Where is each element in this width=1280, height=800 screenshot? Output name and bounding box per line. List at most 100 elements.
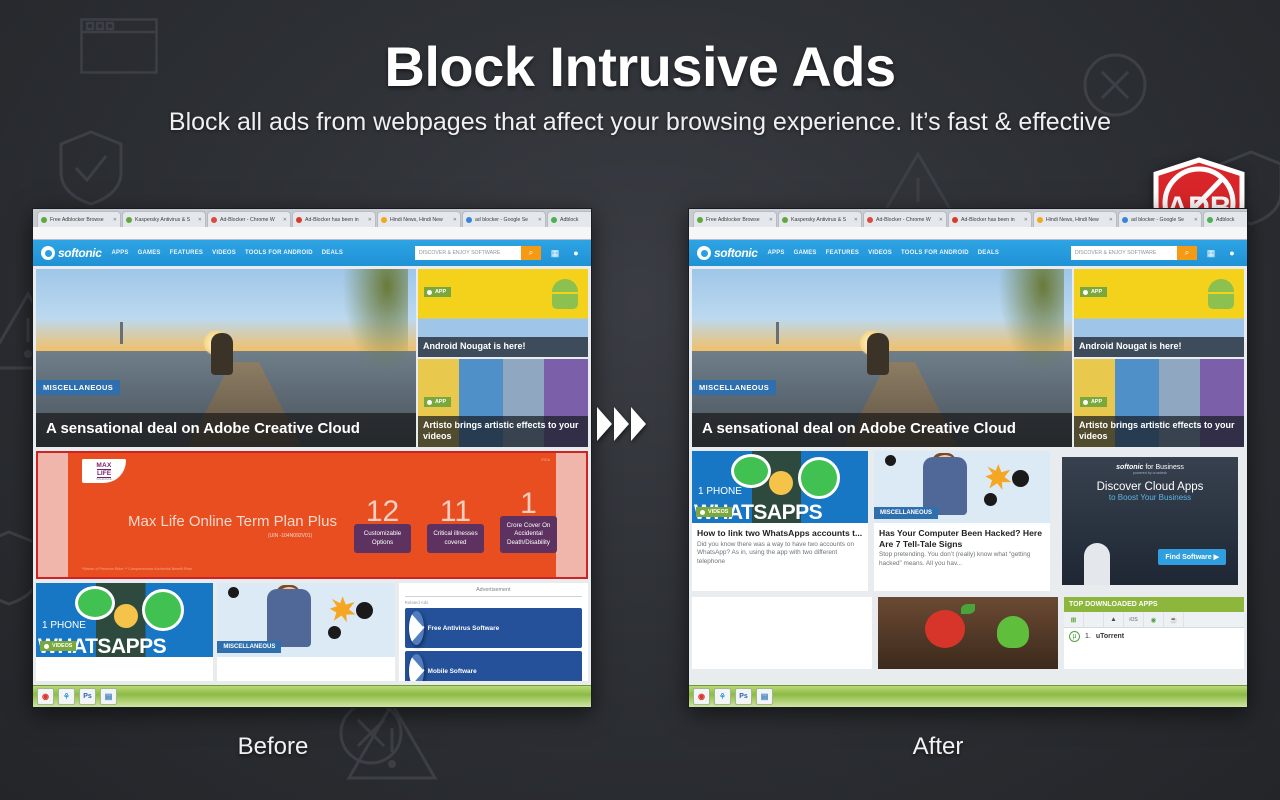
search-area[interactable]: DISCOVER & ENJOY SOFTWARE ⌕ ▦ ● — [415, 246, 583, 260]
tab-close-icon[interactable]: ✕ — [198, 217, 202, 223]
browser-tab[interactable]: Kaspersky Antivirus & S ✕ — [122, 211, 206, 227]
nav-item-features[interactable]: FEATURES — [170, 250, 204, 256]
browser-tab[interactable]: Hindi News, Hindi New ✕ — [1033, 211, 1117, 227]
tab-java[interactable]: ☕ — [1164, 612, 1184, 627]
tab-close-icon[interactable]: ✕ — [1194, 217, 1198, 223]
tab-close-icon[interactable]: ✕ — [538, 217, 542, 223]
tab-close-icon[interactable]: ✕ — [453, 217, 457, 223]
browser-tab[interactable]: Adblock — [547, 211, 591, 227]
tab-close-icon[interactable]: ✕ — [368, 217, 372, 223]
tab-close-icon[interactable]: ✕ — [854, 217, 858, 223]
app-icon[interactable]: ⚘ — [714, 688, 731, 705]
nav-item-videos[interactable]: VIDEOS — [868, 250, 892, 256]
tab-android[interactable]: ▲ — [1104, 612, 1124, 627]
browser-tab[interactable]: Hindi News, Hindi New ✕ — [377, 211, 461, 227]
nav-item-apps[interactable]: APPS — [111, 250, 128, 256]
search-input[interactable]: DISCOVER & ENJOY SOFTWARE — [1071, 246, 1177, 260]
tab-web[interactable]: ◉ — [1144, 612, 1164, 627]
card-clay-image[interactable] — [878, 597, 1058, 669]
tab-close-icon[interactable]: ✕ — [283, 217, 287, 223]
side-card-nougat[interactable]: APP Android Nougat is here! — [1074, 269, 1244, 357]
user-account-icon[interactable]: ● — [1225, 246, 1239, 260]
taskbar[interactable]: ◉ ⚘ Ps ▤ — [689, 685, 1247, 707]
tab-windows[interactable]: ⊞ — [1064, 612, 1084, 627]
app-icon[interactable]: ⚘ — [58, 688, 75, 705]
site-logo[interactable]: softonic — [41, 246, 102, 260]
ad-link[interactable]: › Mobile Software — [404, 651, 582, 681]
apps-grid-icon[interactable]: ▦ — [548, 246, 562, 260]
card-hacker[interactable]: MISCELLANEOUS — [217, 583, 395, 681]
tab-favicon — [1207, 216, 1213, 223]
browser-tab[interactable]: Kaspersky Antivirus & S ✕ — [778, 211, 862, 227]
nav-item-features[interactable]: FEATURES — [826, 250, 860, 256]
tab-close-icon[interactable]: ✕ — [113, 217, 117, 223]
side-card-artisto[interactable]: APP Artisto brings artistic effects to y… — [1074, 359, 1244, 447]
taskbar[interactable]: ◉ ⚘ Ps ▤ — [33, 685, 591, 707]
card-whatsapp[interactable]: 1 PHONE WHATSAPPS VIDEOS — [36, 583, 214, 681]
explorer-icon[interactable]: ▤ — [100, 688, 117, 705]
site-logo[interactable]: softonic — [697, 246, 758, 260]
chrome-icon[interactable]: ◉ — [37, 688, 54, 705]
chrome-icon[interactable]: ◉ — [693, 688, 710, 705]
platform-tabs[interactable]: ⊞ ▲ iOS ◉ ☕ — [1064, 612, 1244, 628]
tab-strip[interactable]: Free Adblocker Browse ✕ Kaspersky Antivir… — [33, 209, 591, 227]
tab-strip[interactable]: Free Adblocker Browse ✕ Kaspersky Antivir… — [689, 209, 1247, 227]
browser-tab[interactable]: Ad-Blocker has been in ✕ — [292, 211, 376, 227]
card-description: Did you know there was a way to have two… — [697, 540, 855, 565]
browser-tab[interactable]: Ad-Blocker - Chrome W ✕ — [207, 211, 291, 227]
search-area[interactable]: DISCOVER & ENJOY SOFTWARE ⌕ ▦ ● — [1071, 246, 1239, 260]
card-softonic-business-promo[interactable]: softonic for Business powered by crozdes… — [1056, 451, 1244, 591]
search-icon[interactable]: ⌕ — [521, 246, 541, 260]
top-downloaded-row[interactable]: μ 1. uTorrent — [1064, 628, 1244, 645]
browser-tab[interactable]: Free Adblocker Browse ✕ — [693, 211, 777, 227]
nav-item-games[interactable]: GAMES — [794, 250, 817, 256]
browser-tab[interactable]: Adblock — [1203, 211, 1247, 227]
softonic-icon — [41, 246, 55, 260]
nav-item-tools-for-android[interactable]: TOOLS FOR ANDROID — [245, 250, 313, 256]
address-bar[interactable] — [33, 227, 591, 240]
android-robot-icon — [552, 279, 578, 309]
nav-item-games[interactable]: GAMES — [138, 250, 161, 256]
hero-article-card[interactable]: MISCELLANEOUS A sensational deal on Adob… — [692, 269, 1072, 447]
tab-close-icon[interactable]: ✕ — [1024, 217, 1028, 223]
address-bar[interactable] — [689, 227, 1247, 240]
search-input[interactable]: DISCOVER & ENJOY SOFTWARE — [415, 246, 521, 260]
tab-close-icon[interactable]: ✕ — [1109, 217, 1113, 223]
hero-article-card[interactable]: MISCELLANEOUS A sensational deal on Adob… — [36, 269, 416, 447]
ad-link[interactable]: › Free Antivirus Software — [404, 608, 582, 648]
browser-window-after[interactable]: Free Adblocker Browse ✕ Kaspersky Antivir… — [688, 208, 1248, 708]
site-navbar[interactable]: softonic APPS GAMES FEATURES VIDEOS TOOL… — [689, 240, 1247, 266]
nav-item-deals[interactable]: DEALS — [978, 250, 999, 256]
browser-window-before[interactable]: Free Adblocker Browse ✕ Kaspersky Antivir… — [32, 208, 592, 708]
intrusive-ad-banner[interactable]: MAX LIFE INSURANCE IRDA Max Life Online … — [36, 451, 588, 579]
user-account-icon[interactable]: ● — [569, 246, 583, 260]
forward-chevrons — [597, 407, 646, 441]
tab-apple[interactable] — [1084, 612, 1104, 627]
card-whatsapp[interactable]: 1 PHONE WHATSAPPS VIDEOS How to link two… — [692, 451, 868, 591]
card-related-ads[interactable]: Advertisement Related Ads › Free Antiviru… — [398, 583, 588, 681]
photoshop-icon[interactable]: Ps — [735, 688, 752, 705]
tab-title: Ad-Blocker has been in — [961, 216, 1015, 223]
explorer-icon[interactable]: ▤ — [756, 688, 773, 705]
nav-item-deals[interactable]: DEALS — [322, 250, 343, 256]
apps-grid-icon[interactable]: ▦ — [1204, 246, 1218, 260]
tab-ios[interactable]: iOS — [1124, 612, 1144, 627]
side-card-nougat[interactable]: APP Android Nougat is here! — [418, 269, 588, 357]
tab-close-icon[interactable]: ✕ — [939, 217, 943, 223]
nav-item-tools-for-android[interactable]: TOOLS FOR ANDROID — [901, 250, 969, 256]
nav-item-apps[interactable]: APPS — [767, 250, 784, 256]
find-software-button[interactable]: Find Software ▶ — [1158, 549, 1226, 565]
tab-close-icon[interactable]: ✕ — [769, 217, 773, 223]
browser-tab[interactable]: ad blocker - Google Se ✕ — [1118, 211, 1202, 227]
search-icon[interactable]: ⌕ — [1177, 246, 1197, 260]
side-card-artisto[interactable]: APP Artisto brings artistic effects to y… — [418, 359, 588, 447]
site-navbar[interactable]: softonic APPS GAMES FEATURES VIDEOS TOOL… — [33, 240, 591, 266]
browser-tab[interactable]: ad blocker - Google Se ✕ — [462, 211, 546, 227]
photoshop-icon[interactable]: Ps — [79, 688, 96, 705]
card-hacked[interactable]: MISCELLANEOUS Has Your Computer Been Hac… — [874, 451, 1050, 591]
browser-tab[interactable]: Free Adblocker Browse ✕ — [37, 211, 121, 227]
browser-tab[interactable]: Ad-Blocker - Chrome W ✕ — [863, 211, 947, 227]
nav-item-videos[interactable]: VIDEOS — [212, 250, 236, 256]
chimney-decor — [775, 322, 779, 345]
browser-tab[interactable]: Ad-Blocker has been in ✕ — [948, 211, 1032, 227]
